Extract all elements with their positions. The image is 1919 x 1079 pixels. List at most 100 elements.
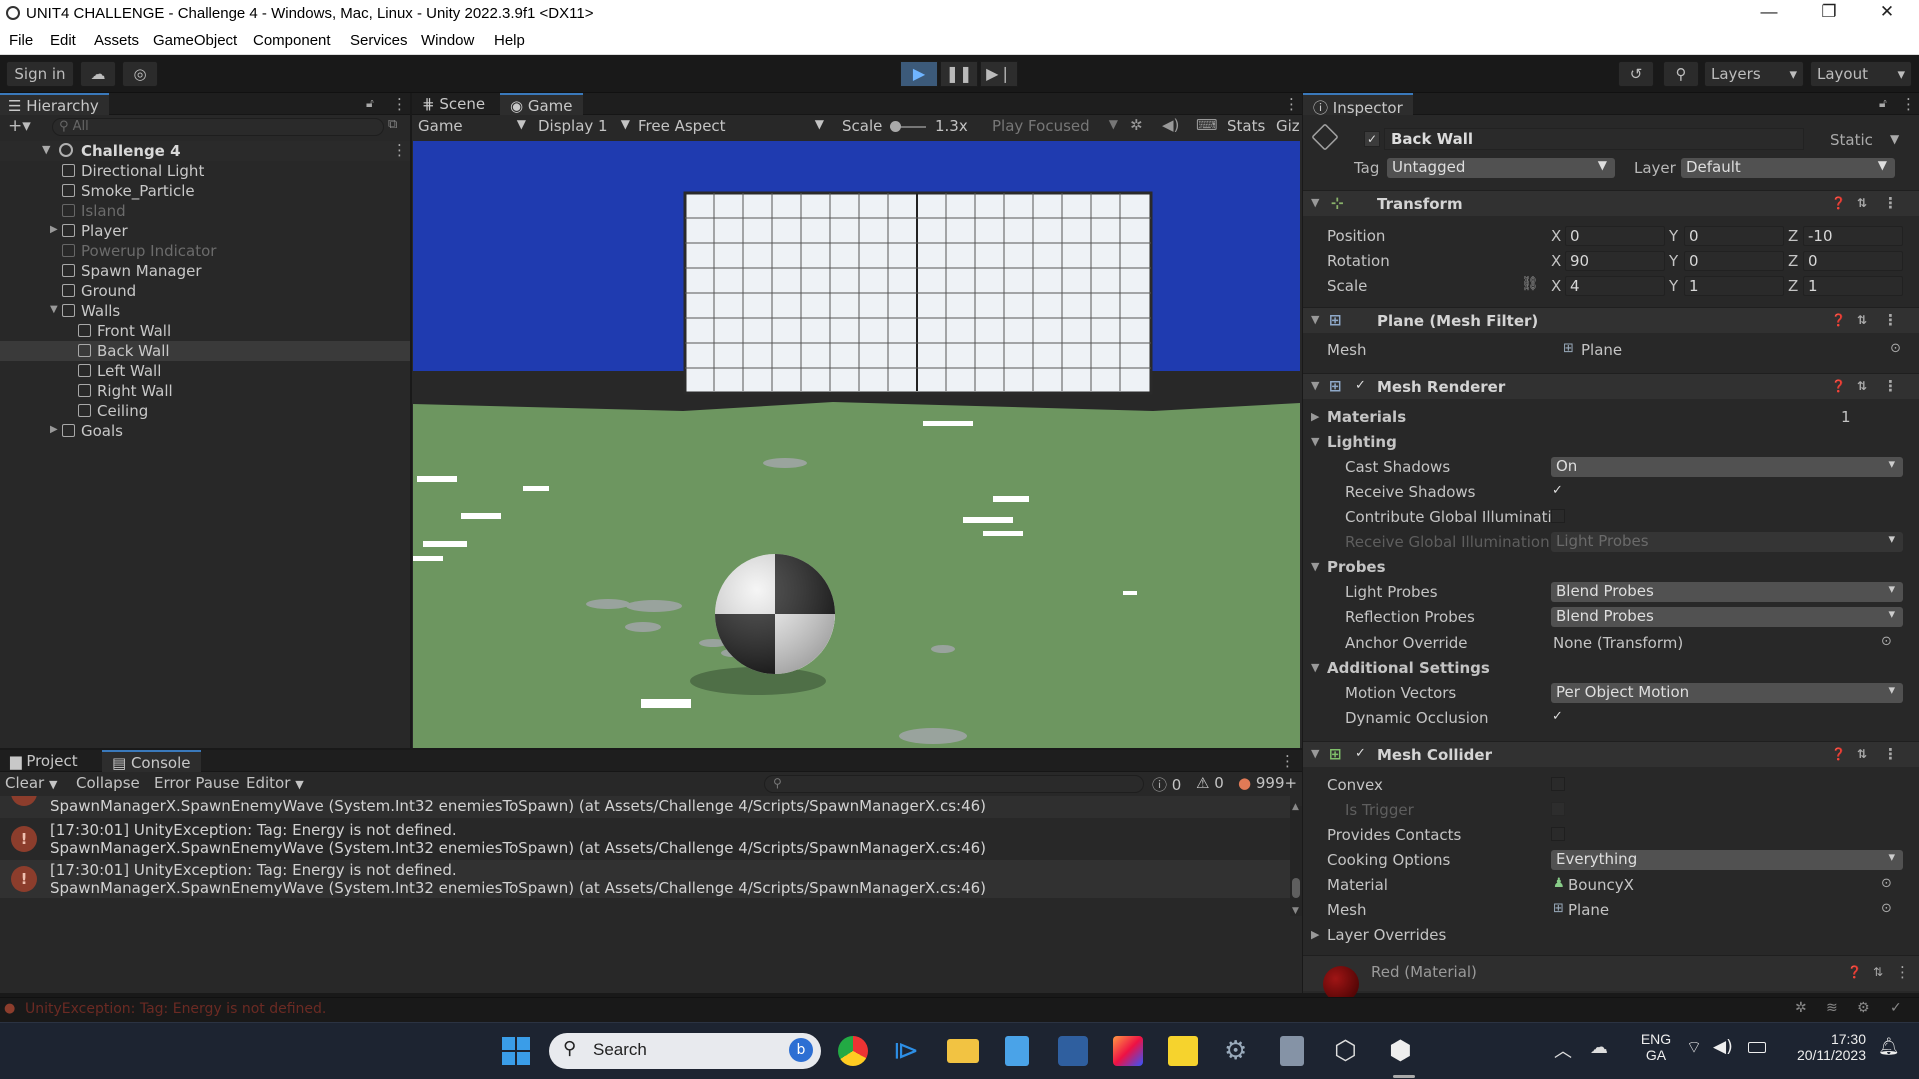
scene-visibility-icon[interactable]: ⧉ <box>388 117 397 132</box>
more-icon[interactable]: ⋮ <box>1883 377 1898 395</box>
sign-in-button[interactable]: Sign in <box>6 61 74 87</box>
more-icon[interactable]: ⋮ <box>1883 745 1898 763</box>
hierarchy-item[interactable]: Front Wall <box>0 321 410 341</box>
search-icon[interactable]: ⚲ <box>1663 61 1699 87</box>
stats-button[interactable]: Stats <box>1227 117 1265 135</box>
show-hidden-icons-icon[interactable]: ︿ <box>1554 1037 1572 1063</box>
scale-slider[interactable] <box>890 121 926 132</box>
scale-slider-handle[interactable] <box>890 121 901 132</box>
play-focused-dropdown[interactable]: Play Focused ▼ <box>992 117 1118 135</box>
menu-help[interactable]: Help <box>494 32 525 49</box>
additional-settings-row[interactable]: ▼ Additional Settings <box>1303 658 1919 678</box>
expand-arrow-icon[interactable]: ▼ <box>1311 747 1319 760</box>
rotation-x-field[interactable]: 90 <box>1565 251 1665 271</box>
expand-arrow-icon[interactable]: ▼ <box>1311 435 1319 448</box>
mute-audio-icon[interactable]: ◀) <box>1162 116 1179 134</box>
constrain-proportions-icon[interactable]: ⛓ <box>1521 276 1539 292</box>
scene-row[interactable]: ▼ Challenge 4 ⋮ <box>0 141 410 161</box>
tab-game[interactable]: ◉ Game <box>500 93 583 115</box>
step-button[interactable]: ▶❘ <box>980 61 1018 87</box>
game-mode-dropdown[interactable]: Game ▼ <box>418 117 530 135</box>
taskbar-search-box[interactable]: ⚲ Search b <box>549 1033 821 1069</box>
expand-arrow-icon[interactable]: ▼ <box>1311 196 1319 209</box>
play-button[interactable]: ▶ <box>900 61 938 87</box>
hierarchy-item[interactable]: Directional Light <box>0 161 410 181</box>
gizmos-button[interactable]: Giz <box>1276 117 1300 135</box>
hierarchy-item[interactable]: ▶ Goals <box>0 421 410 441</box>
layer-dropdown[interactable]: Default ▼ <box>1681 158 1895 178</box>
scale-z-field[interactable]: 1 <box>1803 276 1903 296</box>
add-icon[interactable]: +▾ <box>8 116 31 136</box>
hierarchy-item[interactable]: Ground <box>0 281 410 301</box>
auto-gen-icon[interactable]: ⚙ <box>1857 1000 1870 1016</box>
wifi-icon[interactable]: ⌔ <box>1686 1037 1702 1058</box>
help-icon[interactable]: ❓ <box>1831 747 1846 761</box>
clock[interactable]: 17:30 20/11/2023 <box>1776 1031 1866 1063</box>
light-probes-dropdown[interactable]: Blend Probes <box>1551 582 1903 602</box>
preset-icon[interactable]: ⇅ <box>1873 965 1883 979</box>
tag-dropdown[interactable]: Untagged ▼ <box>1387 158 1615 178</box>
expand-arrow-icon[interactable]: ▼ <box>50 304 58 315</box>
hierarchy-item[interactable]: ▶ Player <box>0 221 410 241</box>
more-icon[interactable]: ⋮ <box>392 95 407 113</box>
console-search-input[interactable]: ⚲ <box>764 775 1144 793</box>
clear-button[interactable]: Clear ▼ <box>5 774 57 792</box>
scale-y-field[interactable]: 1 <box>1684 276 1784 296</box>
hierarchy-item[interactable]: Back Wall <box>0 341 410 361</box>
cooking-options-dropdown[interactable]: Everything <box>1551 850 1903 870</box>
material-value[interactable]: BouncyX <box>1568 876 1634 894</box>
cloud-icon[interactable]: ☁ <box>80 61 116 87</box>
calculator-icon[interactable] <box>1280 1036 1304 1066</box>
menu-gameobject[interactable]: GameObject <box>153 32 237 49</box>
hierarchy-item[interactable]: Left Wall <box>0 361 410 381</box>
anchor-override-field[interactable]: None (Transform) <box>1553 634 1683 652</box>
expand-arrow-icon[interactable]: ▼ <box>1311 379 1319 392</box>
info-count-toggle[interactable]: ⓘ 0 <box>1152 774 1181 795</box>
console-partial-row[interactable]: SpawnManagerX.SpawnEnemyWave (System.Int… <box>0 796 1290 818</box>
help-icon[interactable]: ❓ <box>1831 379 1846 393</box>
aspect-dropdown[interactable]: Free Aspect ▼ <box>638 117 828 135</box>
hierarchy-search-input[interactable]: ⚲ All <box>52 118 384 136</box>
expand-arrow-icon[interactable]: ▼ <box>42 143 50 156</box>
mesh-collider-header[interactable]: ▼ ⊞ ✓ Mesh Collider ❓ ⇅ ⋮ <box>1303 741 1919 767</box>
lock-icon[interactable]: 🔓︎ <box>366 96 374 111</box>
object-picker-icon[interactable]: ⊙ <box>1890 341 1901 356</box>
static-dropdown[interactable]: ▼ <box>1890 132 1899 146</box>
expand-arrow-icon[interactable]: ▼ <box>1311 313 1319 326</box>
expand-arrow-icon[interactable]: ▶ <box>1311 928 1319 941</box>
error-count-toggle[interactable]: ● 999+ <box>1238 774 1297 792</box>
collapse-button[interactable]: Collapse <box>76 774 140 792</box>
more-icon[interactable]: ⋮ <box>1883 194 1898 212</box>
console-scrollbar[interactable]: ▲ ▼ <box>1290 802 1302 916</box>
debug-icon[interactable]: ✲ <box>1795 1000 1807 1016</box>
status-check-icon[interactable]: ✓ <box>1890 1000 1902 1016</box>
progress-icon[interactable]: ≋ <box>1826 1000 1838 1016</box>
mesh-collider-enabled-checkbox[interactable]: ✓ <box>1355 746 1366 761</box>
unity-editor-icon[interactable]: ⬢ <box>1389 1036 1419 1066</box>
collab-icon[interactable]: ◎ <box>122 61 158 87</box>
convex-checkbox[interactable] <box>1551 777 1565 791</box>
menu-component[interactable]: Component <box>253 32 331 49</box>
layer-overrides-row[interactable]: ▶ Layer Overrides <box>1303 925 1919 945</box>
receive-shadows-checkbox[interactable]: ✓ <box>1552 483 1563 498</box>
reflection-probes-dropdown[interactable]: Blend Probes <box>1551 607 1903 627</box>
hierarchy-item[interactable]: Right Wall <box>0 381 410 401</box>
help-icon[interactable]: ❓ <box>1831 196 1846 210</box>
history-icon[interactable]: ↺ <box>1618 61 1654 87</box>
shortcuts-icon[interactable]: ⌨ <box>1196 116 1218 134</box>
position-z-field[interactable]: -10 <box>1803 226 1903 246</box>
preset-icon[interactable]: ⇅ <box>1857 747 1867 761</box>
lock-icon[interactable]: 🔓︎ <box>1879 96 1887 111</box>
rotation-z-field[interactable]: 0 <box>1803 251 1903 271</box>
bug-icon[interactable]: ✲ <box>1130 116 1143 134</box>
collider-mesh-value[interactable]: Plane <box>1568 901 1609 919</box>
display-dropdown[interactable]: Display 1 ▼ <box>538 117 632 135</box>
mesh-renderer-enabled-checkbox[interactable]: ✓ <box>1355 378 1366 393</box>
scale-x-field[interactable]: 4 <box>1565 276 1665 296</box>
more-icon[interactable]: ⋮ <box>1901 95 1916 113</box>
help-icon[interactable]: ❓ <box>1831 313 1846 327</box>
object-picker-icon[interactable]: ⊙ <box>1881 901 1892 916</box>
app-icon-blue[interactable] <box>1058 1036 1088 1066</box>
game-viewport[interactable] <box>413 141 1300 748</box>
dynamic-occlusion-checkbox[interactable]: ✓ <box>1552 709 1563 724</box>
